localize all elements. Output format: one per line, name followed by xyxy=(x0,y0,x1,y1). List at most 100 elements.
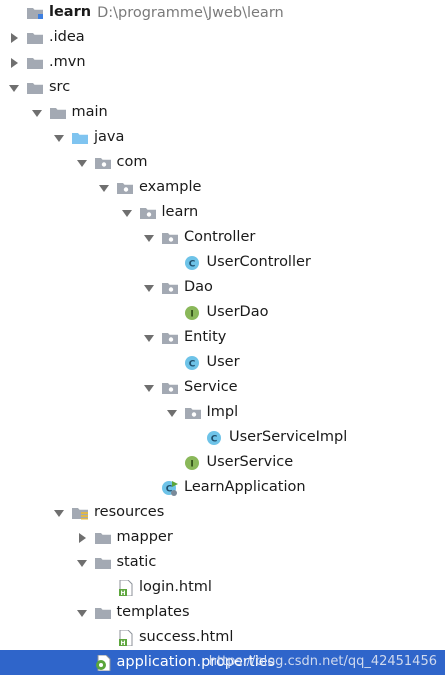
folder-icon xyxy=(94,555,112,571)
tree-row[interactable]: .idea xyxy=(0,25,445,50)
tree-item-label: resources xyxy=(94,504,165,520)
html-file-icon: H xyxy=(116,629,134,646)
tree-item-label: example xyxy=(139,179,202,195)
chevron-down-icon[interactable] xyxy=(143,382,155,394)
tree-row[interactable]: Hsuccess.html xyxy=(0,625,445,650)
chevron-down-icon[interactable] xyxy=(98,182,110,194)
tree-item-label: static xyxy=(116,554,157,570)
chevron-down-icon[interactable] xyxy=(53,507,65,519)
tree-item-label: LearnApplication xyxy=(184,479,306,495)
tree-item-label: main xyxy=(71,104,108,120)
package-icon xyxy=(94,155,112,171)
tree-row[interactable]: Service xyxy=(0,375,445,400)
package-icon xyxy=(184,405,202,421)
package-icon xyxy=(161,280,179,296)
tree-item-label: templates xyxy=(116,604,190,620)
package-icon xyxy=(161,230,179,246)
folder-icon xyxy=(49,105,67,121)
tree-item-label: learn xyxy=(49,4,92,20)
chevron-down-icon[interactable] xyxy=(31,107,43,119)
chevron-down-icon[interactable] xyxy=(76,607,88,619)
tree-row[interactable]: resources xyxy=(0,500,445,525)
tree-row[interactable]: .mvn xyxy=(0,50,445,75)
watermark: https://blog.csdn.net/qq_42451456 xyxy=(208,654,437,669)
package-icon xyxy=(116,180,134,196)
tree-item-label: Controller xyxy=(184,229,256,245)
package-icon xyxy=(161,330,179,346)
chevron-down-icon[interactable] xyxy=(8,82,20,94)
tree-row[interactable]: I UserDao xyxy=(0,300,445,325)
svg-text:C: C xyxy=(188,359,195,369)
tree-row[interactable]: com xyxy=(0,150,445,175)
tree-row[interactable]: learn xyxy=(0,200,445,225)
tree-row[interactable]: C UserServiceImpl xyxy=(0,425,445,450)
chevron-down-icon[interactable] xyxy=(121,207,133,219)
source-folder-icon xyxy=(71,130,89,146)
chevron-down-icon[interactable] xyxy=(53,132,65,144)
tree-item-label: UserService xyxy=(206,454,294,470)
tree-item-label: Service xyxy=(184,379,238,395)
tree-row[interactable]: templates xyxy=(0,600,445,625)
chevron-down-icon[interactable] xyxy=(166,407,178,419)
tree-row[interactable]: Impl xyxy=(0,400,445,425)
tree-item-label: learn xyxy=(161,204,199,220)
tree-item-label: login.html xyxy=(139,579,212,595)
class-icon: C xyxy=(206,430,224,446)
class-icon: C xyxy=(184,255,202,271)
tree-row[interactable]: Entity xyxy=(0,325,445,350)
chevron-down-icon[interactable] xyxy=(143,282,155,294)
tree-item-label: Dao xyxy=(184,279,213,295)
tree-row[interactable]: main xyxy=(0,100,445,125)
svg-text:H: H xyxy=(120,590,125,596)
tree-item-label: success.html xyxy=(139,629,234,645)
folder-icon xyxy=(26,30,44,46)
tree-row[interactable]: C UserController xyxy=(0,250,445,275)
tree-item-label: com xyxy=(116,154,148,170)
svg-text:I: I xyxy=(190,309,193,319)
folder-icon xyxy=(94,605,112,621)
svg-text:H: H xyxy=(120,640,125,646)
tree-item-label: User xyxy=(206,354,240,370)
chevron-down-icon[interactable] xyxy=(143,232,155,244)
chevron-down-icon[interactable] xyxy=(76,157,88,169)
properties-file-icon xyxy=(94,654,112,671)
tree-row[interactable]: I UserService xyxy=(0,450,445,475)
svg-text:C: C xyxy=(211,434,218,444)
tree-row[interactable]: static xyxy=(0,550,445,575)
package-icon xyxy=(161,380,179,396)
tree-item-label: mapper xyxy=(116,529,173,545)
tree-row[interactable]: learn D:\programme\Jweb\learn xyxy=(0,0,445,25)
chevron-right-icon[interactable] xyxy=(8,57,20,69)
tree-item-label: .idea xyxy=(49,29,85,45)
tree-row[interactable]: mapper xyxy=(0,525,445,550)
tree-item-label: src xyxy=(49,79,71,95)
chevron-right-icon[interactable] xyxy=(8,32,20,44)
interface-icon: I xyxy=(184,305,202,321)
chevron-down-icon[interactable] xyxy=(76,557,88,569)
tree-item-label: Impl xyxy=(206,404,239,420)
tree-item-label: Entity xyxy=(184,329,227,345)
tree-row[interactable]: C LearnApplication xyxy=(0,475,445,500)
spring-boot-class-icon: C xyxy=(161,480,179,496)
interface-icon: I xyxy=(184,455,202,471)
tree-row[interactable]: src xyxy=(0,75,445,100)
tree-row[interactable]: C User xyxy=(0,350,445,375)
tree-row[interactable]: Hlogin.html xyxy=(0,575,445,600)
chevron-right-icon[interactable] xyxy=(76,532,88,544)
chevron-down-icon[interactable] xyxy=(143,332,155,344)
folder-icon xyxy=(26,80,44,96)
tree-item-label: .mvn xyxy=(49,54,86,70)
resources-folder-icon xyxy=(71,505,89,521)
tree-row[interactable]: Controller xyxy=(0,225,445,250)
tree-item-label: UserServiceImpl xyxy=(229,429,348,445)
tree-row[interactable]: Dao xyxy=(0,275,445,300)
svg-text:C: C xyxy=(188,259,195,269)
tree-item-label: java xyxy=(94,129,125,145)
folder-icon xyxy=(94,530,112,546)
html-file-icon: H xyxy=(116,579,134,596)
tree-row[interactable]: java xyxy=(0,125,445,150)
tree-item-label: UserController xyxy=(206,254,311,270)
class-icon: C xyxy=(184,355,202,371)
tree-row[interactable]: example xyxy=(0,175,445,200)
tree-item-label: UserDao xyxy=(206,304,269,320)
